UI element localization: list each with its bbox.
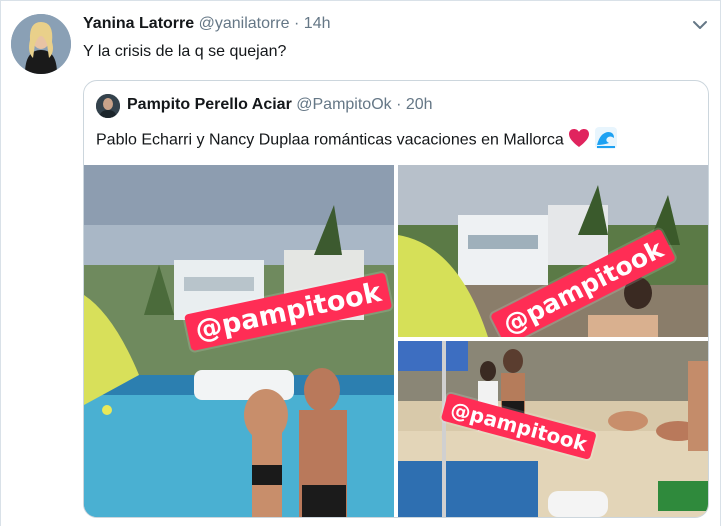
quoted-tweet[interactable]: Pampito Perello Aciar @PampitoOk · 20h P… bbox=[83, 80, 709, 518]
separator: · bbox=[294, 15, 300, 32]
wave-emoji bbox=[594, 127, 617, 154]
quoted-time[interactable]: 20h bbox=[406, 96, 433, 113]
quoted-header: Pampito Perello Aciar @PampitoOk · 20h bbox=[127, 96, 433, 114]
couple-in-sea-photo[interactable]: @pampitook bbox=[84, 165, 394, 517]
quoted-text: Pablo Echarri y Nancy Duplaa románticas … bbox=[96, 131, 564, 149]
media-grid: @pampitook @pampitook @pampitook bbox=[84, 165, 708, 517]
quoted-separator: · bbox=[396, 96, 402, 113]
chevron-down-icon[interactable] bbox=[689, 15, 711, 35]
heart-emoji bbox=[568, 128, 590, 153]
villa-and-umbrella-photo[interactable]: @pampitook bbox=[398, 165, 708, 337]
quoted-text-line: Pablo Echarri y Nancy Duplaa románticas … bbox=[96, 127, 617, 154]
beach-crowd-photo[interactable]: @pampitook bbox=[398, 341, 708, 517]
avatar[interactable] bbox=[11, 14, 71, 74]
tweet-text: Y la crisis de la q se quejan? bbox=[83, 43, 287, 60]
tweet-time[interactable]: 14h bbox=[304, 15, 331, 32]
quoted-author-handle[interactable]: @PampitoOk bbox=[296, 96, 391, 113]
author-handle[interactable]: @yanilatorre bbox=[199, 15, 290, 32]
author-name[interactable]: Yanina Latorre bbox=[83, 15, 194, 32]
tweet-header: Yanina Latorre @yanilatorre · 14h bbox=[83, 15, 331, 33]
quoted-author-name[interactable]: Pampito Perello Aciar bbox=[127, 96, 292, 113]
avatar-image bbox=[11, 14, 71, 74]
tweet-card[interactable]: Yanina Latorre @yanilatorre · 14h Y la c… bbox=[0, 0, 721, 526]
quoted-avatar[interactable] bbox=[96, 94, 120, 118]
